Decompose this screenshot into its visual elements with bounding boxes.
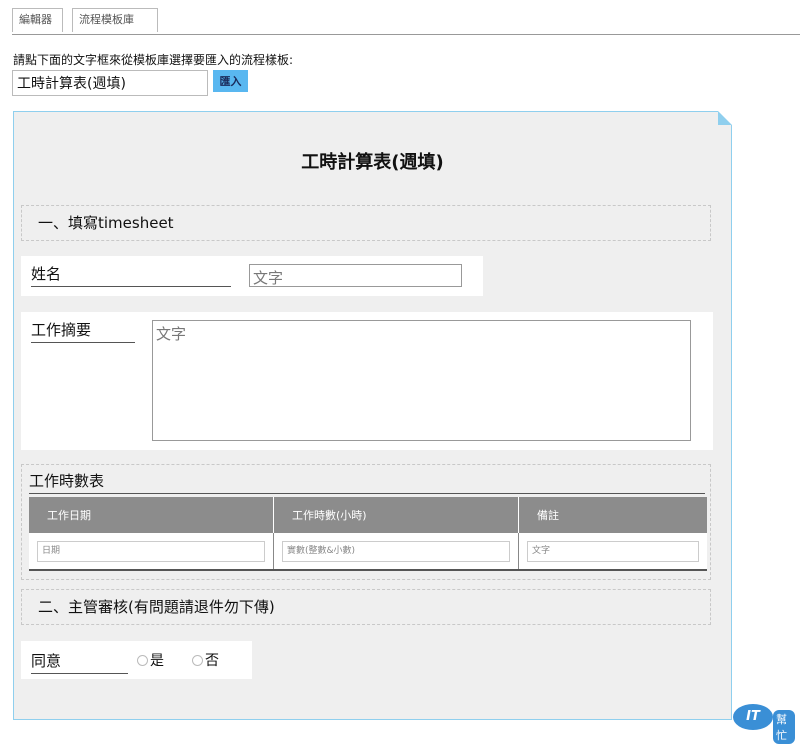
column-header-hours: 工作時數(小時) [273,497,519,533]
logo-mark: IT [733,704,773,730]
template-select-input[interactable] [12,70,208,96]
hours-cell-input[interactable]: 實數(整數&小數) [282,540,510,562]
work-hours-title: 工作時數表 [29,470,705,494]
section-header-approval: 二、主管審核(有問題請退件勿下傳) [21,589,711,625]
summary-field-card: 工作摘要 文字 [21,312,713,450]
section-header-timesheet: 一、填寫timesheet [21,205,711,241]
logo-caption: 幫忙 [773,710,795,744]
approve-label: 同意 [31,650,128,674]
form-preview-canvas: 工時計算表(週填) 一、填寫timesheet 姓名 文字 工作摘要 文字 工作… [13,111,732,720]
ithelp-logo: IT 幫忙 [733,700,795,744]
remarks-cell-input[interactable]: 文字 [527,540,699,562]
name-input[interactable]: 文字 [249,264,462,287]
approve-yes-label: 是 [150,653,164,669]
name-field-card: 姓名 文字 [21,256,483,296]
work-hours-table: 工作日期 工作時數(小時) 備註 日期 實數(整數&小數) 文字 [29,497,707,571]
approve-yes-radio[interactable] [137,655,148,666]
approve-no-radio[interactable] [192,655,203,666]
import-button[interactable]: 匯入 [213,70,248,92]
column-header-date: 工作日期 [29,497,274,533]
tab-template-library[interactable]: 流程模板庫 [72,8,158,32]
date-cell-input[interactable]: 日期 [37,540,265,562]
template-prompt: 請點下面的文字框來從模板庫選擇要匯入的流程樣板: [13,53,294,67]
tab-bar: 編輯器 流程模板庫 [12,8,800,35]
name-label: 姓名 [31,263,231,287]
form-title: 工時計算表(週填) [301,152,444,173]
tab-editor[interactable]: 編輯器 [12,8,63,32]
approve-no-label: 否 [205,653,219,669]
work-hours-subform: 工作時數表 工作日期 工作時數(小時) 備註 日期 實數(整數&小數) 文字 [21,464,711,580]
summary-label: 工作摘要 [31,319,135,343]
page-fold-corner [718,111,732,125]
table-row: 日期 實數(整數&小數) 文字 [29,533,707,571]
approve-field-card: 同意 是 否 [21,641,252,679]
column-header-remarks: 備註 [518,497,707,533]
summary-textarea[interactable]: 文字 [152,320,691,441]
